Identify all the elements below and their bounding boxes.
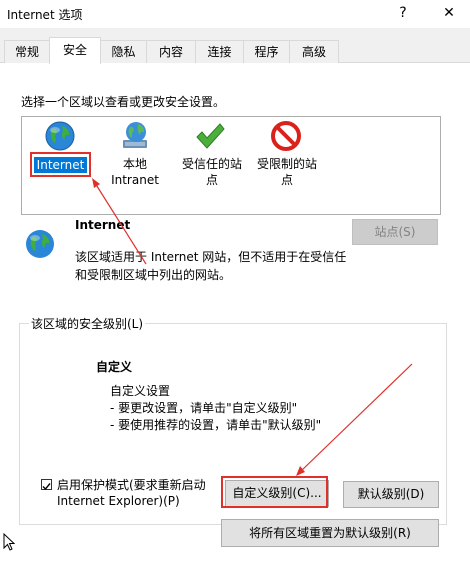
custom-level-highlight — [221, 476, 328, 508]
zone-instruction: 选择一个区域以查看或更改安全设置。 — [21, 95, 226, 109]
sites-button[interactable]: 站点(S) — [352, 219, 438, 245]
globe-icon[interactable] — [44, 120, 76, 152]
zone-globe-icon — [24, 228, 56, 260]
intranet-globe-icon[interactable] — [119, 120, 151, 152]
protected-mode-checkbox[interactable] — [41, 479, 52, 491]
security-level-name: 自定义 — [96, 360, 133, 374]
zone-label-internet: Internet — [33, 157, 88, 173]
zone-label-trusted-1: 受信任的站 — [181, 157, 242, 171]
zone-item-intranet[interactable]: 本地 Intranet — [101, 156, 169, 188]
window-title: Internet 选项 — [7, 8, 83, 22]
mouse-cursor-icon — [3, 533, 15, 551]
zone-label-restricted-1: 受限制的站 — [256, 157, 317, 171]
zone-item-restricted[interactable]: 受限制的站 点 — [252, 156, 322, 188]
zone-title: Internet — [75, 218, 131, 232]
tab-general[interactable]: 常规 — [4, 40, 50, 63]
zone-description-line2: 和受限制区域中列出的网站。 — [75, 268, 232, 282]
zone-item-internet[interactable]: Internet — [30, 157, 91, 173]
tab-content[interactable]: 内容 — [146, 40, 196, 63]
security-level-group-title: 该区域的安全级别(L) — [29, 315, 146, 332]
zone-label-restricted-2: 点 — [280, 173, 293, 187]
tab-programs[interactable]: 程序 — [243, 40, 290, 63]
zone-description-line1: 该区域适用于 Internet 网站，但不适用于在受信任 — [75, 250, 347, 264]
close-button[interactable]: ✕ — [434, 2, 464, 24]
reset-all-zones-button[interactable]: 将所有区域重置为默认级别(R) — [221, 519, 439, 547]
checkmark-icon[interactable] — [194, 120, 226, 152]
prohibited-icon[interactable] — [270, 120, 302, 152]
zone-label-intranet-1: 本地 — [122, 157, 147, 171]
protected-mode-label-2[interactable]: Internet Explorer)(P) — [57, 494, 180, 508]
help-button[interactable]: ? — [388, 2, 418, 24]
default-level-button[interactable]: 默认级别(D) — [343, 481, 439, 508]
zone-item-trusted[interactable]: 受信任的站 点 — [177, 156, 247, 188]
tab-security[interactable]: 安全 — [49, 37, 101, 64]
security-level-desc-1: 自定义设置 — [110, 384, 171, 398]
zone-label-intranet-2: Intranet — [111, 173, 159, 187]
tab-advanced[interactable]: 高级 — [289, 40, 339, 63]
tab-connections[interactable]: 连接 — [195, 40, 244, 63]
checkbox-check-icon — [42, 483, 51, 491]
protected-mode-label-1[interactable]: 启用保护模式(要求重新启动 — [57, 476, 206, 493]
security-level-desc-2: - 要更改设置，请单击"自定义级别" — [110, 401, 298, 415]
security-level-desc-3: - 要使用推荐的设置，请单击"默认级别" — [110, 418, 322, 432]
tab-privacy[interactable]: 隐私 — [100, 40, 147, 63]
zone-label-trusted-2: 点 — [205, 173, 218, 187]
